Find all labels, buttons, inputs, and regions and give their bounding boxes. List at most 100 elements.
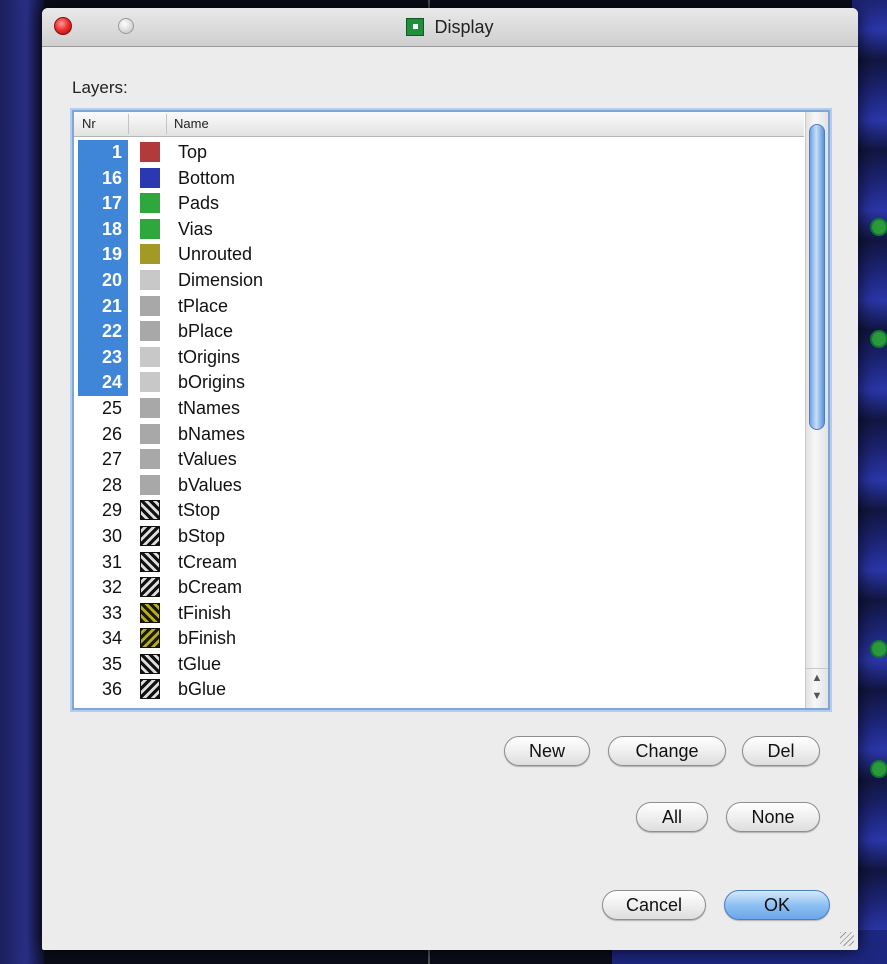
layer-row[interactable]: 34 bFinish — [74, 626, 804, 652]
layer-row[interactable]: 26 bNames — [74, 422, 804, 448]
layer-color-swatch — [140, 397, 160, 418]
layer-number: 29 — [101, 500, 122, 521]
layer-color-swatch — [140, 653, 160, 674]
layer-row[interactable]: 23 tOrigins — [74, 344, 804, 371]
layer-row[interactable]: 31 tCream — [74, 550, 804, 576]
column-header-nr[interactable]: Nr — [82, 116, 96, 131]
layer-color-swatch — [140, 295, 160, 316]
layer-row[interactable]: 19 Unrouted — [74, 242, 804, 268]
layer-color-swatch — [140, 551, 160, 572]
layer-number: 18 — [78, 216, 128, 243]
layer-row[interactable]: 29 tStop — [74, 498, 804, 524]
layer-row[interactable]: 17 Pads — [74, 191, 804, 217]
layer-name: bPlace — [178, 321, 234, 342]
layer-color-swatch — [140, 142, 160, 162]
layer-row[interactable]: 18 Vias — [74, 216, 804, 243]
resize-grip-icon[interactable] — [840, 932, 854, 946]
layer-name: tOrigins — [178, 346, 241, 367]
all-button[interactable]: All — [636, 802, 708, 832]
layer-color-swatch — [140, 449, 160, 470]
layer-number: 33 — [101, 602, 122, 623]
layer-name: tPlace — [178, 295, 229, 316]
layer-number: 27 — [101, 449, 122, 470]
layer-row[interactable]: 28 bValues — [74, 473, 804, 499]
layer-color-swatch — [140, 372, 160, 393]
layer-name: bGlue — [178, 679, 227, 700]
layer-number: 32 — [101, 577, 122, 598]
title-wrap: Display — [42, 8, 858, 46]
layer-row[interactable]: 21 tPlace — [74, 293, 804, 320]
pcb-pad — [870, 640, 887, 658]
layers-label: Layers: — [72, 78, 128, 97]
layer-row[interactable]: 35 tGlue — [74, 652, 804, 678]
column-header-name[interactable]: Name — [174, 116, 209, 131]
new-button[interactable]: New — [504, 736, 590, 766]
change-button[interactable]: Change — [608, 736, 726, 766]
layer-row[interactable]: 20 Dimension — [74, 267, 804, 294]
layer-name: tValues — [178, 449, 237, 470]
layer-number: 28 — [101, 474, 122, 495]
layer-name: Top — [178, 142, 208, 162]
column-separator — [128, 114, 129, 134]
layer-color-swatch — [140, 628, 160, 649]
layer-row[interactable]: 33 tFinish — [74, 601, 804, 627]
layer-number: 25 — [101, 397, 122, 418]
scroll-up-arrow-icon[interactable]: ▲ — [806, 668, 828, 687]
scroll-down-arrow-icon[interactable]: ▼ — [806, 687, 828, 705]
layer-color-swatch — [140, 269, 160, 290]
title-bar[interactable]: Display — [42, 8, 858, 47]
layer-number: 34 — [101, 628, 122, 649]
scrollbar-thumb[interactable] — [809, 124, 825, 430]
none-button[interactable]: None — [726, 802, 820, 832]
eagle-app-icon — [406, 18, 425, 36]
layer-name: bStop — [178, 525, 226, 546]
layer-color-swatch — [140, 602, 160, 623]
cancel-button[interactable]: Cancel — [602, 890, 706, 920]
pcb-pad — [870, 218, 887, 236]
layer-number: 23 — [78, 344, 128, 371]
layer-name: Pads — [178, 193, 220, 214]
layer-row[interactable]: 24 bOrigins — [74, 370, 804, 396]
layer-row[interactable]: 36 bGlue — [74, 677, 804, 703]
layer-number: 30 — [101, 525, 122, 546]
layer-number: 16 — [78, 165, 128, 192]
layer-number: 22 — [78, 319, 128, 345]
pcb-pad — [870, 330, 887, 348]
layer-color-swatch — [140, 321, 160, 342]
layer-name: tCream — [178, 551, 238, 572]
ok-button[interactable]: OK — [724, 890, 830, 920]
layer-name: bValues — [178, 474, 242, 495]
layer-number: 20 — [78, 267, 128, 294]
window-title: Display — [434, 16, 494, 37]
layer-color-swatch — [140, 474, 160, 495]
layer-color-swatch — [140, 244, 160, 265]
layers-list[interactable]: Nr Name 1 Top 16 Bottom 17 Pads 18 Vias 19 Unrout… — [72, 110, 830, 710]
layer-color-swatch — [140, 167, 160, 188]
layer-name: bFinish — [178, 628, 237, 649]
layer-row[interactable]: 22 bPlace — [74, 319, 804, 345]
layer-name: bCream — [178, 577, 243, 598]
layer-name: bNames — [178, 423, 246, 444]
layer-number: 19 — [78, 242, 128, 268]
layer-row[interactable]: 1 Top — [74, 140, 804, 166]
layer-name: tStop — [178, 500, 221, 521]
layer-row[interactable]: 25 tNames — [74, 396, 804, 422]
layer-name: Dimension — [178, 269, 264, 290]
column-separator — [166, 114, 167, 134]
display-dialog: Display Layers: Nr Name 1 Top 16 Bottom 17 Pa… — [42, 8, 858, 950]
layer-row[interactable]: 30 bStop — [74, 524, 804, 550]
layer-number: 31 — [101, 551, 122, 572]
vertical-scrollbar[interactable]: ▲ ▼ — [805, 112, 828, 708]
layer-number: 26 — [101, 423, 122, 444]
layer-color-swatch — [140, 423, 160, 444]
layer-number: 1 — [78, 140, 128, 166]
layer-color-swatch — [140, 679, 160, 700]
layer-number: 17 — [78, 191, 128, 217]
layer-row[interactable]: 27 tValues — [74, 447, 804, 473]
layer-name: Unrouted — [178, 244, 253, 265]
layer-color-swatch — [140, 577, 160, 598]
del-button[interactable]: Del — [742, 736, 820, 766]
layer-row[interactable]: 32 bCream — [74, 575, 804, 601]
background-pcb-left — [0, 0, 44, 964]
layer-row[interactable]: 16 Bottom — [74, 165, 804, 192]
